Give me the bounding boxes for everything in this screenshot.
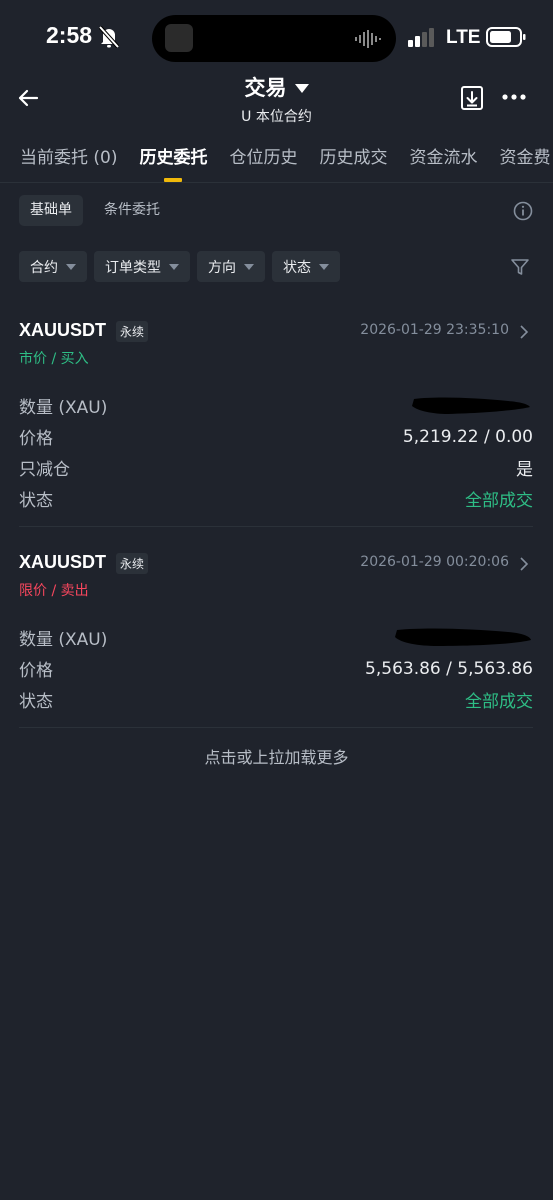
redacted-value (395, 628, 531, 646)
detail-row-price: 价格 5,219.22 / 0.00 (19, 421, 533, 452)
order-symbol: XAUUSDT (19, 320, 107, 340)
detail-label: 只减仓 (19, 460, 70, 480)
page-title: 交易 (244, 76, 287, 100)
caret-down-icon (319, 263, 329, 270)
segment-basic[interactable]: 基础单 (19, 195, 83, 226)
filter-order-type[interactable]: 订单类型 (94, 251, 190, 282)
dynamic-island (152, 15, 396, 62)
info-icon[interactable] (513, 201, 533, 221)
title-selector[interactable]: 交易 (245, 72, 309, 102)
bell-off-icon (99, 26, 119, 48)
order-details: 数量 (XAU) 价格 5,563.86 / 5,563.86 状态 全部成交 (19, 622, 533, 715)
detail-label: 价格 (19, 429, 53, 449)
order-side: 限价 / 卖出 (19, 583, 89, 599)
filter-status[interactable]: 状态 (272, 251, 340, 282)
status-bar: 2:58 LTE (0, 0, 553, 72)
status-value: 全部成交 (465, 491, 533, 511)
order-time: 2026-01-29 00:20:06 (360, 554, 509, 570)
detail-row-reduce-only: 只减仓 是 (19, 452, 533, 483)
detail-label: 数量 (XAU) (19, 398, 108, 418)
order-header: XAUUSDT 永续 2026-01-29 23:35:10 (19, 320, 533, 344)
status-time: 2:58 (46, 22, 93, 48)
caret-down-icon (244, 263, 254, 270)
audio-wave-icon (355, 30, 381, 48)
caret-down-icon (66, 263, 76, 270)
detail-row-price: 价格 5,563.86 / 5,563.86 (19, 653, 533, 684)
perpetual-tag: 永续 (116, 553, 149, 574)
detail-label: 状态 (19, 692, 53, 712)
caret-down-icon (294, 83, 309, 93)
detail-label: 数量 (XAU) (19, 630, 108, 650)
filter-label: 状态 (283, 259, 311, 276)
filter-label: 订单类型 (105, 259, 161, 276)
tab-divider (0, 182, 553, 183)
order-symbol: XAUUSDT (19, 552, 107, 572)
segment-conditional[interactable]: 条件委托 (93, 195, 171, 226)
chevron-right-icon (520, 325, 529, 339)
tab-trade-history[interactable]: 历史成交 (319, 146, 387, 182)
redacted-value (412, 397, 530, 414)
battery-icon (486, 27, 526, 47)
signal-icon (408, 28, 434, 47)
detail-row-status: 状态 全部成交 (19, 684, 533, 715)
network-type: LTE (446, 27, 481, 48)
order-type-segment: 基础单 条件委托 (19, 195, 171, 226)
detail-row-quantity: 数量 (XAU) (19, 390, 533, 421)
download-icon[interactable] (460, 85, 484, 111)
order-details: 数量 (XAU) 价格 5,219.22 / 0.00 只减仓 是 状态 全部成… (19, 390, 533, 514)
filter-label: 方向 (208, 259, 236, 276)
load-more-link[interactable]: 点击或上拉加载更多 (0, 744, 553, 768)
tab-transaction-history[interactable]: 资金流水 (409, 146, 477, 182)
chevron-right-icon (520, 557, 529, 571)
tab-funding-fee[interactable]: 资金费 (499, 146, 550, 182)
more-dots-icon[interactable] (502, 93, 526, 101)
filter-direction[interactable]: 方向 (197, 251, 265, 282)
filter-label: 合约 (30, 259, 58, 276)
filter-bar: 合约 订单类型 方向 状态 (19, 251, 340, 282)
status-value: 全部成交 (465, 692, 533, 712)
detail-label: 价格 (19, 661, 53, 681)
tab-open-orders[interactable]: 当前委托 (0) (20, 146, 117, 182)
detail-label: 状态 (19, 491, 53, 511)
detail-value: 5,219.22 / 0.00 (402, 426, 533, 447)
order-divider (19, 526, 533, 527)
order-time: 2026-01-29 23:35:10 (360, 322, 509, 338)
caret-down-icon (169, 263, 179, 270)
detail-value: 5,563.86 / 5,563.86 (365, 658, 533, 679)
filter-funnel-icon[interactable] (510, 257, 530, 277)
order-card[interactable]: XAUUSDT 永续 2026-01-29 23:35:10 市价 / 买入 数… (19, 320, 533, 514)
history-tabs: 当前委托 (0) 历史委托 仓位历史 历史成交 资金流水 资金费 (20, 146, 553, 182)
detail-row-status: 状态 全部成交 (19, 483, 533, 514)
tab-position-history[interactable]: 仓位历史 (229, 146, 297, 182)
filter-contract[interactable]: 合约 (19, 251, 87, 282)
order-card[interactable]: XAUUSDT 永续 2026-01-29 00:20:06 限价 / 卖出 数… (19, 552, 533, 715)
now-playing-thumbnail (165, 24, 193, 52)
detail-row-quantity: 数量 (XAU) (19, 622, 533, 653)
order-header: XAUUSDT 永续 2026-01-29 00:20:06 (19, 552, 533, 576)
detail-value: 是 (516, 460, 533, 480)
order-side: 市价 / 买入 (19, 351, 89, 367)
order-divider (19, 727, 533, 728)
tab-order-history[interactable]: 历史委托 (139, 146, 207, 182)
perpetual-tag: 永续 (116, 321, 149, 342)
